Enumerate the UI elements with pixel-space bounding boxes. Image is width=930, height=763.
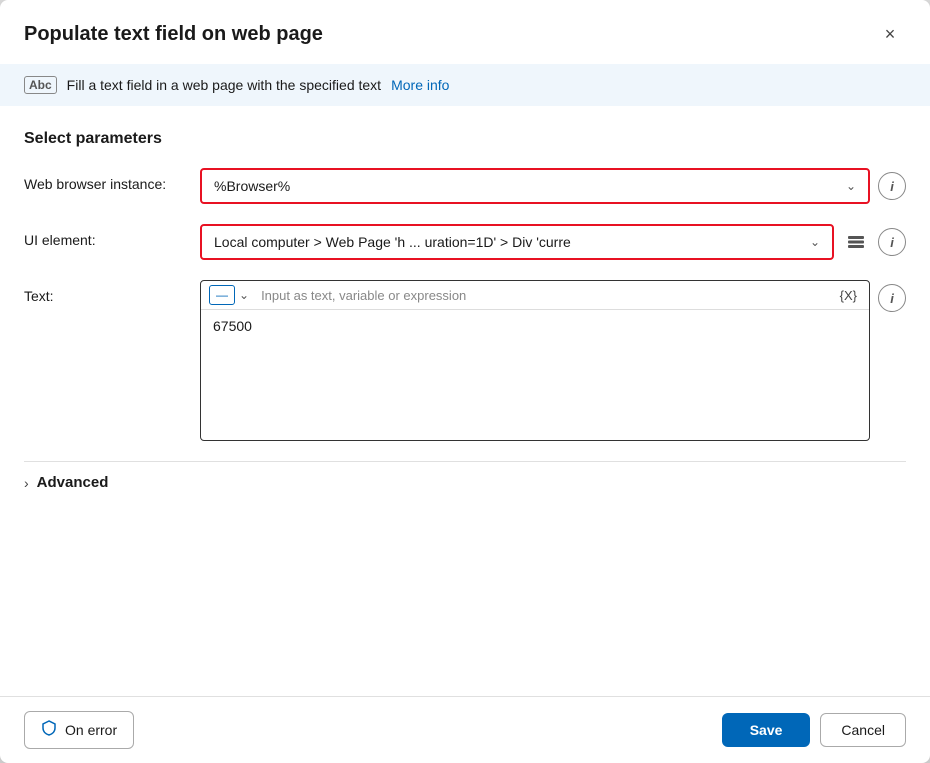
browser-instance-info-icon[interactable]: i (878, 172, 906, 200)
on-error-button[interactable]: On error (24, 711, 134, 749)
cancel-button[interactable]: Cancel (820, 713, 906, 747)
dialog-body: Select parameters Web browser instance: … (0, 114, 930, 696)
on-error-label: On error (65, 722, 117, 738)
advanced-chevron-icon: › (24, 475, 29, 491)
ui-element-label: UI element: (24, 224, 184, 248)
ui-element-value: Local computer > Web Page 'h ... uration… (214, 234, 571, 250)
advanced-label: Advanced (37, 474, 109, 491)
browser-instance-value: %Browser% (214, 178, 290, 194)
ui-element-control: Local computer > Web Page 'h ... uration… (200, 224, 906, 260)
text-control: — ⌄ Input as text, variable or expressio… (200, 280, 906, 441)
expression-button[interactable]: {X} (836, 286, 861, 305)
chevron-down-icon: ⌄ (846, 179, 856, 193)
text-area-content[interactable]: 67500 (201, 310, 869, 440)
dialog-footer: On error Save Cancel (0, 696, 930, 763)
text-label: Text: (24, 280, 184, 304)
text-area-wrapper: — ⌄ Input as text, variable or expressio… (200, 280, 870, 441)
ui-element-info-icon[interactable]: i (878, 228, 906, 256)
text-info-icon[interactable]: i (878, 284, 906, 312)
info-banner: Abc Fill a text field in a web page with… (0, 64, 930, 106)
dialog-title: Populate text field on web page (24, 23, 323, 46)
toolbar-chevron-icon[interactable]: ⌄ (239, 288, 249, 302)
chevron-down-icon: ⌄ (810, 235, 820, 249)
text-type-button[interactable]: — (209, 285, 235, 305)
text-area-toolbar: — ⌄ Input as text, variable or expressio… (201, 281, 869, 310)
section-title: Select parameters (24, 130, 906, 148)
browser-instance-label: Web browser instance: (24, 168, 184, 192)
close-button[interactable]: × (874, 18, 906, 50)
ui-element-select[interactable]: Local computer > Web Page 'h ... uration… (200, 224, 834, 260)
info-banner-text: Fill a text field in a web page with the… (67, 77, 381, 93)
dialog: Populate text field on web page × Abc Fi… (0, 0, 930, 763)
dialog-header: Populate text field on web page × (0, 0, 930, 64)
text-field-row: Text: — ⌄ Input as text, variable or exp… (24, 280, 906, 441)
abc-icon: Abc (24, 76, 57, 94)
footer-actions: Save Cancel (722, 713, 906, 747)
browser-instance-control: %Browser% ⌄ i (200, 168, 906, 204)
save-button[interactable]: Save (722, 713, 811, 747)
browser-instance-select[interactable]: %Browser% ⌄ (200, 168, 870, 204)
ui-element-row: UI element: Local computer > Web Page 'h… (24, 224, 906, 260)
layers-icon[interactable] (842, 228, 870, 256)
advanced-section[interactable]: › Advanced (24, 461, 906, 503)
text-placeholder: Input as text, variable or expression (253, 288, 832, 303)
browser-instance-row: Web browser instance: %Browser% ⌄ i (24, 168, 906, 204)
shield-icon (41, 720, 57, 740)
more-info-link[interactable]: More info (391, 77, 449, 93)
